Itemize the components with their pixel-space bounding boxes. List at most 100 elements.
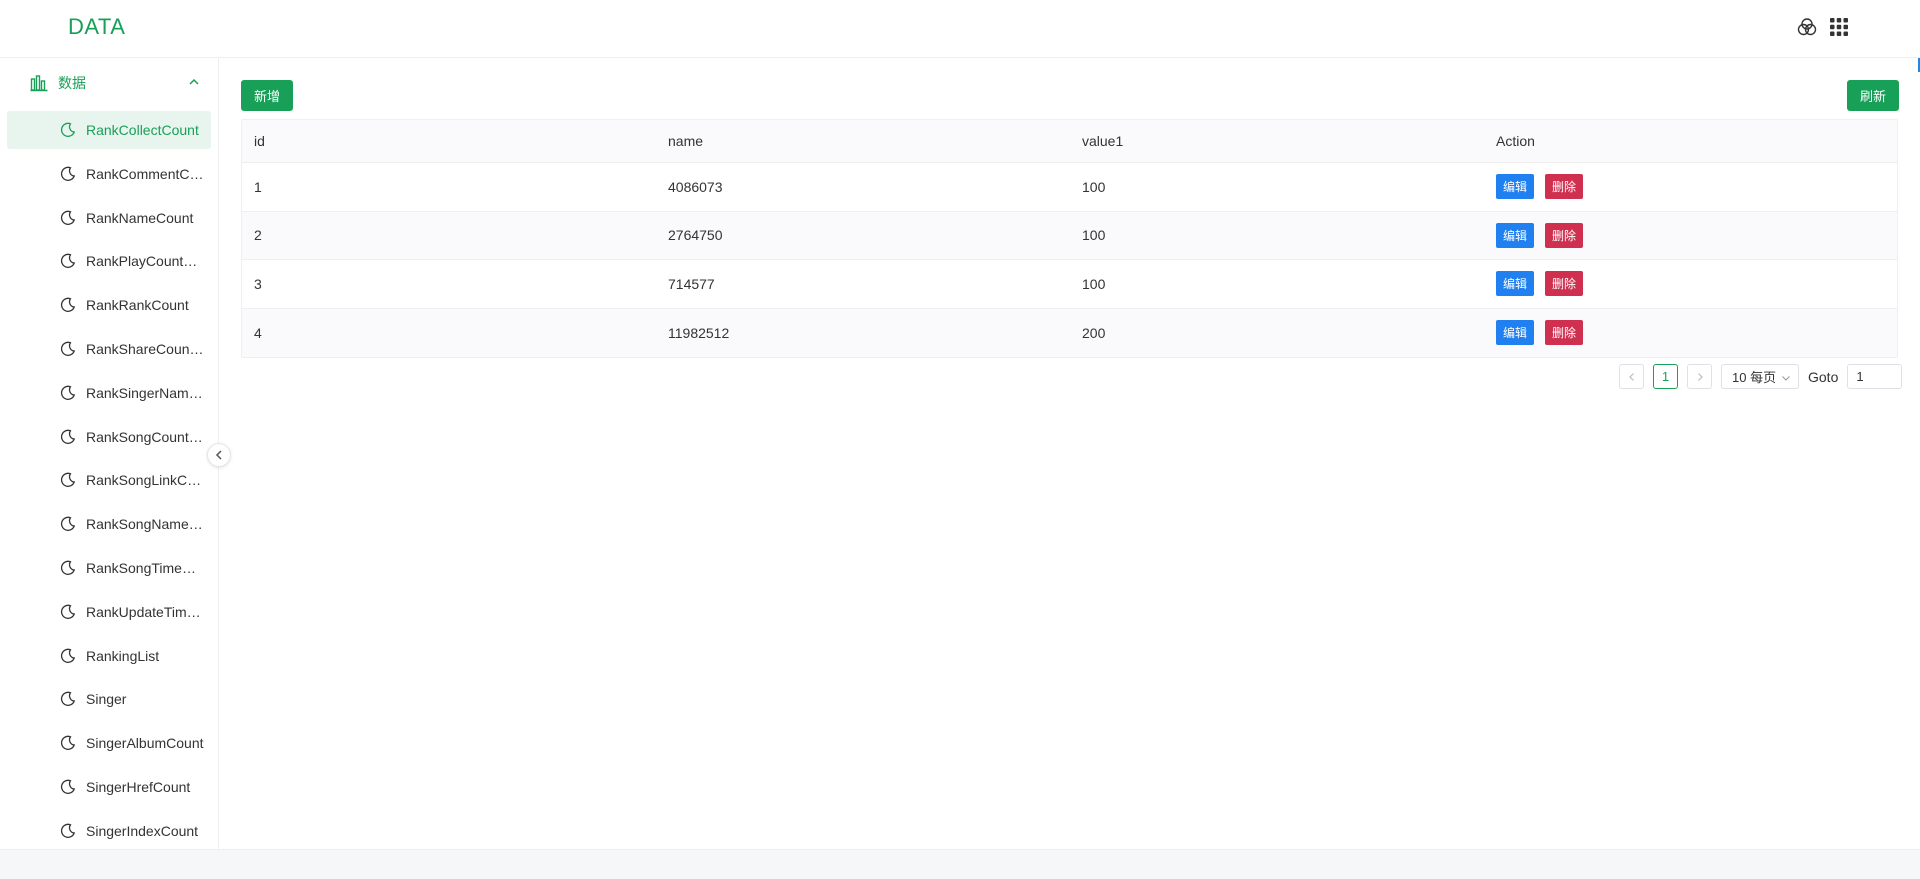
sidebar-item-label: SingerIndexCount	[86, 822, 199, 839]
table-row: 3 714577 100 编辑 删除	[242, 260, 1897, 309]
goto-page-input[interactable]	[1847, 364, 1903, 389]
moon-icon	[60, 692, 76, 707]
sidebar-item[interactable]: SingerIndexCount	[0, 809, 218, 849]
brand-logo[interactable]: DATA	[68, 14, 125, 40]
edit-button[interactable]: 编辑	[1496, 320, 1535, 346]
page-size-label: 10 每页	[1732, 370, 1777, 385]
chevron-up-icon	[189, 78, 199, 85]
sidebar-item-label: RankSongCountCount	[86, 428, 204, 445]
table-row: 1 4086073 100 编辑 删除	[242, 163, 1897, 212]
app-header: DATA	[0, 0, 1920, 58]
sidebar-group-data[interactable]: 数据	[0, 58, 218, 108]
sidebar-item[interactable]: RankShareCountCount	[0, 327, 218, 371]
sidebar-item[interactable]: RankSongCountCount	[0, 415, 218, 459]
sidebar-item[interactable]: SingerAlbumCount	[0, 721, 218, 765]
moon-icon	[60, 429, 76, 444]
sidebar-item[interactable]: RankSongTimeCount	[0, 546, 218, 590]
chevron-down-icon	[1782, 376, 1790, 381]
sidebar-item-label: RankSongTimeCount	[86, 560, 204, 577]
sidebar-item-label: RankNameCount	[86, 209, 194, 226]
cell-actions: 编辑 删除	[1484, 174, 1897, 200]
cell-actions: 编辑 删除	[1484, 271, 1897, 297]
moon-icon	[60, 516, 76, 532]
moon-icon	[60, 823, 76, 838]
sidebar-item[interactable]: Singer	[0, 678, 218, 722]
pagination: 1 10 每页 Goto	[1619, 364, 1903, 389]
moon-icon	[60, 297, 76, 313]
sidebar-item-label: RankSongLinkCount	[86, 472, 204, 489]
sidebar-item[interactable]: SingerHrefCount	[0, 765, 218, 809]
cell-id: 1	[254, 178, 262, 195]
cell-value1: 200	[1082, 324, 1106, 341]
column-header-name[interactable]: name	[656, 133, 1070, 149]
sidebar-item-label: RankCommentCount	[86, 165, 204, 182]
sidebar-item[interactable]: RankingList	[0, 634, 218, 678]
column-header-action: Action	[1496, 133, 1535, 149]
moon-icon	[60, 604, 76, 619]
color-filter-icon[interactable]	[1794, 14, 1820, 40]
delete-button[interactable]: 删除	[1545, 222, 1584, 248]
cell-name: 4086073	[668, 178, 723, 195]
sidebar-item-label: SingerHrefCount	[86, 779, 191, 796]
chevron-right-icon	[1697, 372, 1703, 381]
moon-icon	[60, 473, 76, 488]
sidebar-item[interactable]: RankRankCount	[0, 283, 218, 327]
sidebar-item[interactable]: RankSingerNameCount	[0, 371, 218, 415]
prev-page-button[interactable]	[1619, 364, 1644, 389]
sidebar-group-label: 数据	[58, 75, 86, 91]
grid-apps-icon[interactable]	[1826, 14, 1852, 40]
moon-icon	[60, 735, 76, 751]
add-button[interactable]: 新增	[241, 80, 294, 111]
delete-button[interactable]: 删除	[1545, 174, 1584, 200]
sidebar-collapse-button[interactable]	[207, 443, 231, 467]
cell-value1: 100	[1082, 275, 1106, 292]
sidebar-item-label: RankSingerNameCount	[86, 384, 204, 401]
data-table: id name value1 Action 1 4086073 100 编辑 删除 2 27…	[241, 119, 1898, 358]
table-row: 2 2764750 100 编辑 删除	[242, 211, 1897, 260]
column-header-id[interactable]: id	[242, 133, 656, 149]
sidebar-item[interactable]: RankCommentCount	[0, 152, 218, 196]
sidebar-item-label: RankShareCountCount	[86, 341, 204, 358]
chevron-left-icon	[215, 450, 222, 460]
refresh-button[interactable]: 刷新	[1847, 80, 1900, 111]
cell-value1: 100	[1082, 227, 1106, 244]
sidebar-item[interactable]: RankCollectCount	[7, 111, 211, 149]
page-button-current[interactable]: 1	[1653, 364, 1678, 389]
moon-icon	[60, 385, 76, 400]
footer-bar	[0, 849, 1920, 879]
goto-label: Goto	[1808, 368, 1839, 385]
moon-icon	[60, 648, 76, 663]
page-size-select[interactable]: 10 每页	[1721, 364, 1799, 389]
cell-name: 2764750	[668, 227, 723, 244]
moon-icon	[60, 210, 76, 225]
bar-chart-icon	[30, 75, 48, 92]
edit-button[interactable]: 编辑	[1496, 174, 1535, 200]
moon-icon	[60, 341, 76, 357]
sidebar-item[interactable]: RankSongNameCount	[0, 502, 218, 546]
sidebar-item-label: RankCollectCount	[86, 122, 199, 138]
sidebar-item[interactable]: RankUpdateTimeCount	[0, 590, 218, 634]
table-header: id name value1 Action	[242, 120, 1897, 163]
next-page-button[interactable]	[1687, 364, 1712, 389]
delete-button[interactable]: 删除	[1545, 320, 1584, 346]
sidebar: 数据 RankCollectCount RankCommentCount RankN…	[0, 58, 219, 849]
edit-button[interactable]: 编辑	[1496, 271, 1535, 297]
delete-button[interactable]: 删除	[1545, 271, 1584, 297]
table-body: 1 4086073 100 编辑 删除 2 2764750 100 编辑 删除 3 714577 100…	[242, 163, 1897, 357]
sidebar-item[interactable]: RankNameCount	[0, 196, 218, 240]
sidebar-item[interactable]: RankSongLinkCount	[0, 459, 218, 503]
cell-value1: 100	[1082, 178, 1106, 195]
table-row: 4 11982512 200 编辑 删除	[242, 308, 1897, 357]
moon-icon	[60, 560, 76, 576]
sidebar-item-label: RankSongNameCount	[86, 516, 204, 533]
edit-button[interactable]: 编辑	[1496, 222, 1535, 248]
sidebar-item-label: RankUpdateTimeCount	[86, 603, 204, 620]
cell-actions: 编辑 删除	[1484, 222, 1897, 248]
sidebar-item[interactable]: RankPlayCountCount	[0, 240, 218, 284]
column-header-value1[interactable]: value1	[1070, 133, 1484, 149]
moon-icon	[60, 779, 76, 795]
sidebar-item-label: SingerAlbumCount	[86, 735, 204, 752]
sidebar-item-label: Singer	[86, 691, 127, 708]
cell-id: 4	[254, 324, 262, 341]
cell-actions: 编辑 删除	[1484, 320, 1897, 346]
